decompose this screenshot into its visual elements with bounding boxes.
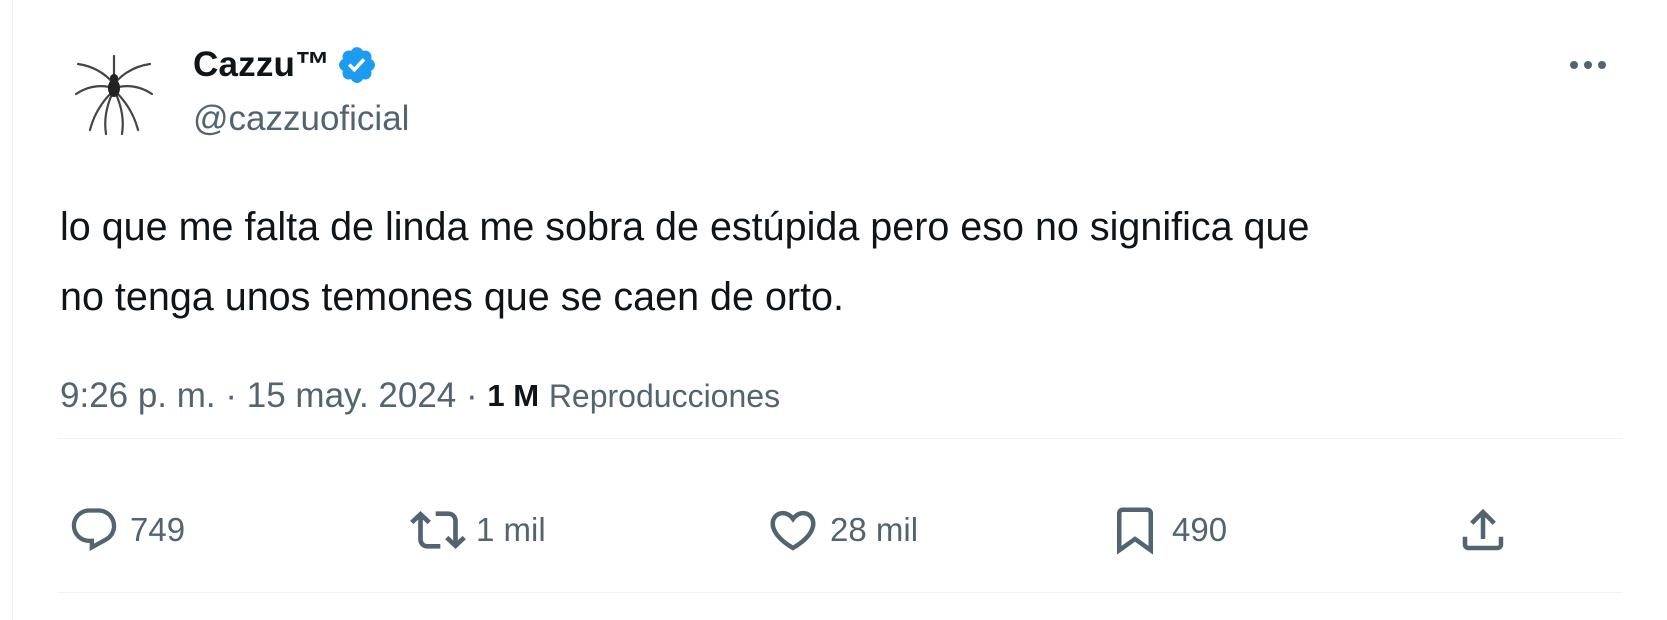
tweet-meta: 9:26 p. m. · 15 may. 2024 · 1 M Reproduc… [60,370,780,422]
more-button[interactable] [1560,48,1616,82]
reply-button[interactable]: 749 [68,468,185,592]
views-label[interactable]: Reproducciones [549,378,780,415]
bookmark-icon [1117,507,1153,555]
share-button[interactable] [1456,468,1510,592]
like-button[interactable]: 28 mil [766,468,918,592]
reply-count: 749 [130,511,186,548]
verified-badge-icon [339,47,376,83]
retweet-button[interactable]: 1 mil [410,468,546,592]
action-bar: 749 1 mil 28 mil 490 [58,468,1622,592]
share-icon [1462,508,1504,551]
like-count: 28 mil [830,511,919,548]
retweet-icon [410,511,466,549]
tweet-time[interactable]: 9:26 p. m. [60,376,216,416]
views-count[interactable]: 1 M [487,378,539,414]
more-horizontal-icon [1570,61,1606,69]
heart-icon [770,510,816,551]
display-name[interactable]: Cazzu™ [193,45,330,85]
author-handle[interactable]: @cazzuoficial [193,99,409,139]
meta-separator-2: · [466,376,478,415]
divider-top [58,438,1622,439]
avatar[interactable] [74,44,154,136]
tweet-date[interactable]: 15 may. 2024 [247,376,457,416]
divider-bottom [58,592,1622,593]
author-name-row[interactable]: Cazzu™ [193,44,378,86]
bookmark-count: 490 [1172,511,1228,548]
reply-icon [71,508,117,552]
retweet-count: 1 mil [476,511,546,548]
tweet-card: Cazzu™ @cazzuoficial lo que me falta de … [0,0,1667,620]
card-border [12,0,13,620]
bookmark-button[interactable]: 490 [1108,468,1227,592]
meta-separator: · [225,376,238,415]
tweet-text: lo que me falta de linda me sobra de est… [60,205,1310,319]
